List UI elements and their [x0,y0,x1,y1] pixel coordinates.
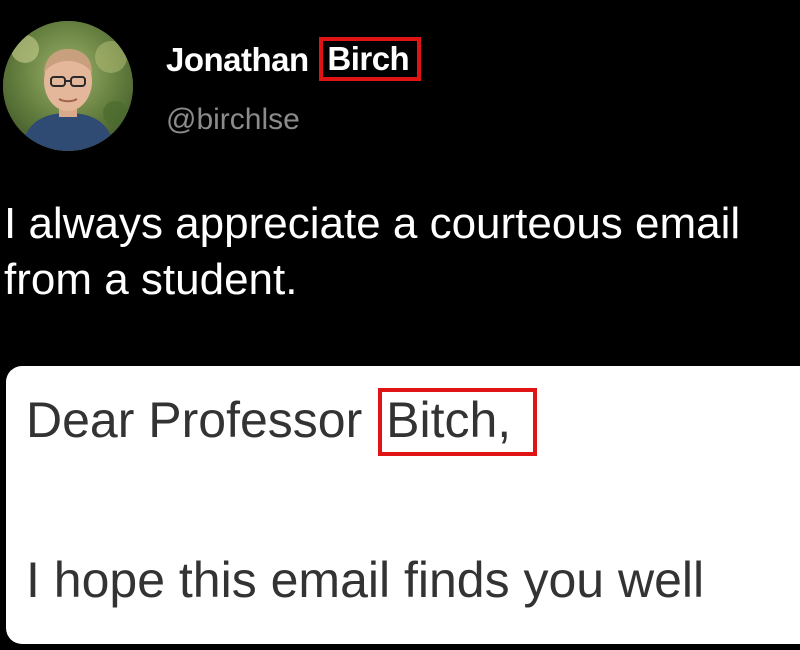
tweet-body-text: I always appreciate a courteous email fr… [4,199,741,304]
avatar-photo-icon [3,21,133,151]
author-handle[interactable]: @birchlse [166,102,300,138]
highlighted-typo: Bitch, [378,388,538,456]
highlighted-surname: Birch [319,37,422,81]
email-greeting: Dear Professor Bitch, [26,388,538,456]
email-screenshot-card: Dear Professor Bitch, I hope this email … [6,366,800,644]
author-first-name: Jonathan [166,41,309,78]
email-body-text: I hope this email finds you well [26,552,705,608]
email-greeting-prefix: Dear Professor [26,392,363,448]
author-avatar[interactable] [3,21,133,151]
author-display-name[interactable]: Jonathan Birch [166,37,422,82]
tweet-screenshot: Jonathan Birch @birchlse I always apprec… [0,0,800,650]
